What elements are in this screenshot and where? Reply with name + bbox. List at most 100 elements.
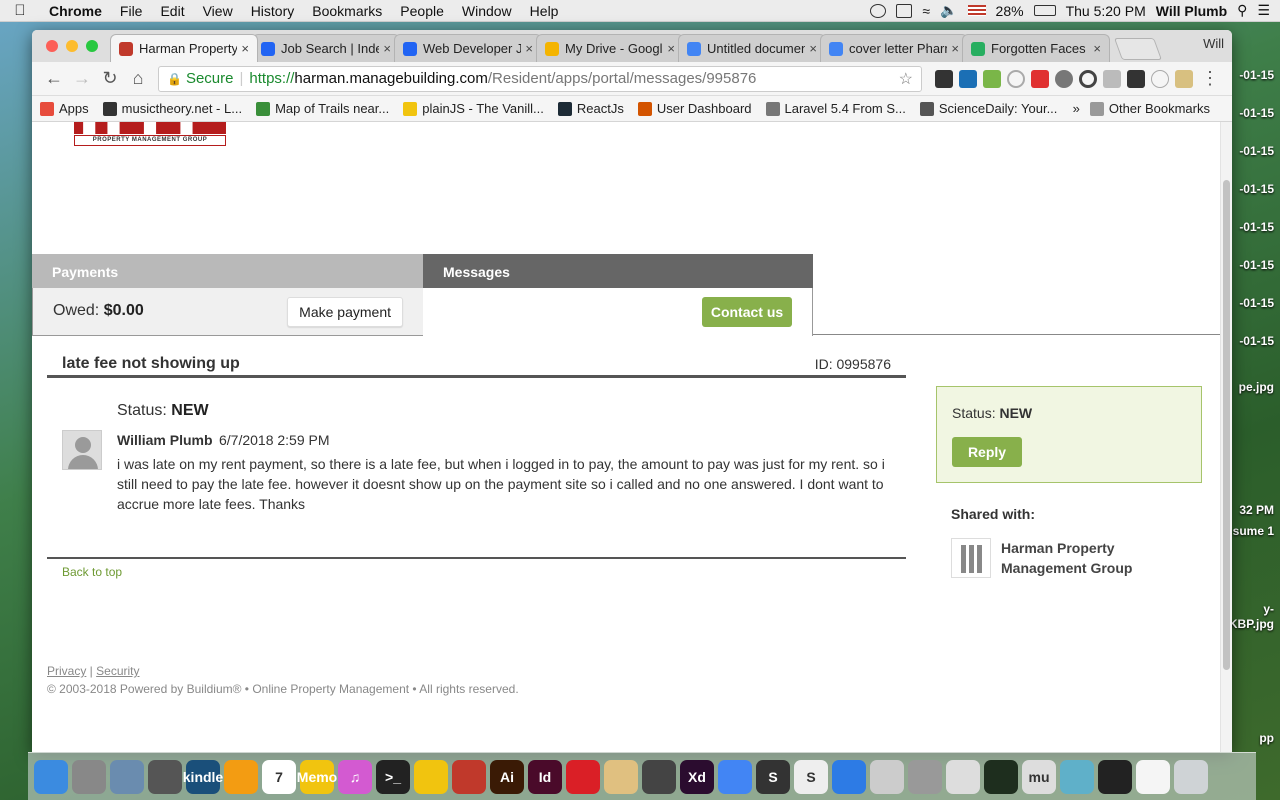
desktop-item-label[interactable]: 32 PM — [1239, 503, 1274, 517]
itunes-icon[interactable]: ♫ — [338, 759, 372, 794]
more-bookmarks-icon[interactable]: » — [1073, 101, 1080, 116]
notification-center-icon[interactable]: ☰ — [1257, 2, 1270, 19]
sublime-icon[interactable]: S — [756, 759, 790, 794]
desktop-item-label[interactable]: -01-15 — [1239, 296, 1274, 310]
extension-grammarly-icon[interactable] — [1079, 69, 1097, 88]
apple-menu-icon[interactable]:  — [0, 2, 40, 19]
desktop-item-label[interactable]: KBP.jpg — [1229, 617, 1274, 631]
browser-tab[interactable]: Forgotten Faces × — [962, 34, 1110, 62]
documents-icon[interactable] — [1136, 759, 1170, 794]
terminal-icon[interactable]: >_ — [376, 759, 410, 794]
desktop-item-label[interactable]: -01-15 — [1239, 220, 1274, 234]
extension-image-icon[interactable] — [1175, 69, 1193, 88]
browser-tab[interactable]: Web Developer Jobs× — [394, 34, 542, 62]
cyberduck-icon[interactable] — [414, 759, 448, 794]
tab-close-icon[interactable]: × — [241, 41, 249, 56]
bookmark-item[interactable]: Laravel 5.4 From S... — [765, 101, 906, 116]
browser-tab[interactable]: My Drive - Google Drive × — [536, 34, 684, 62]
desktop-item-label[interactable]: -01-15 — [1239, 334, 1274, 348]
menu-edit[interactable]: Edit — [151, 3, 193, 19]
extension-off-icon[interactable] — [1127, 69, 1145, 88]
activity-monitor-icon[interactable] — [984, 759, 1018, 794]
bookmark-star-icon[interactable]: ☆ — [899, 69, 913, 89]
sequel-icon[interactable] — [946, 759, 980, 794]
creative-cloud-icon[interactable] — [566, 759, 600, 794]
calculator-icon[interactable] — [72, 759, 106, 794]
browser-tab[interactable]: cover letter Pharmacy × — [820, 34, 968, 62]
calendar-icon[interactable]: 7 — [262, 759, 296, 794]
user-name[interactable]: Will Plumb — [1156, 3, 1227, 19]
battery-percent[interactable]: 28% — [996, 3, 1024, 19]
indesign-icon[interactable]: Id — [528, 759, 562, 794]
memo-icon[interactable]: Memo — [297, 759, 337, 794]
desktop-item-label[interactable]: y- — [1263, 602, 1274, 616]
privacy-link[interactable]: Privacy — [47, 664, 86, 678]
musescore-icon[interactable]: mu — [1022, 759, 1056, 794]
preview-icon[interactable] — [110, 759, 144, 794]
tab-close-icon[interactable]: × — [383, 41, 391, 56]
chrome-icon[interactable] — [718, 759, 752, 794]
other-bookmarks[interactable]: Other Bookmarks — [1089, 101, 1210, 116]
tab-close-icon[interactable]: × — [525, 41, 533, 56]
extension-gear-icon[interactable] — [1055, 69, 1073, 88]
maps-icon[interactable] — [832, 759, 866, 794]
menu-view[interactable]: View — [194, 3, 242, 19]
back-to-top-link[interactable]: Back to top — [62, 565, 122, 579]
address-bar[interactable]: 🔒 Secure | https://harman.managebuilding… — [158, 65, 922, 92]
tab-messages[interactable]: Messages — [423, 254, 813, 288]
extension-pen-icon[interactable] — [935, 69, 953, 88]
extension-timer-icon[interactable] — [1007, 69, 1025, 88]
kindle-icon[interactable]: kindle — [183, 759, 223, 794]
bookmark-item[interactable]: User Dashboard — [637, 101, 752, 116]
contact-us-button[interactable]: Contact us — [702, 297, 792, 327]
back-icon[interactable]: ← — [40, 68, 68, 89]
volume-icon[interactable]: 🔈 — [940, 2, 957, 19]
menu-help[interactable]: Help — [521, 3, 568, 19]
safari-alt-icon[interactable] — [642, 759, 676, 794]
bookmark-item[interactable]: ReactJs — [557, 101, 624, 116]
finder-icon[interactable] — [34, 759, 68, 794]
desktop-item-label[interactable]: pp — [1259, 731, 1274, 745]
zoom-window-button[interactable] — [86, 40, 98, 52]
spotlight-search-icon[interactable]: ⚲ — [1237, 2, 1247, 19]
menu-app-name[interactable]: Chrome — [40, 3, 111, 19]
make-payment-button[interactable]: Make payment — [287, 297, 403, 327]
desktop-item-label[interactable]: -01-15 — [1239, 182, 1274, 196]
anchor-app-icon[interactable] — [1060, 759, 1094, 794]
trash-icon[interactable] — [1174, 759, 1208, 794]
desktop-item-label[interactable]: -01-15 — [1239, 144, 1274, 158]
battery-icon[interactable] — [1033, 5, 1056, 16]
bookmark-item[interactable]: plainJS - The Vanill... — [403, 101, 544, 116]
desktop-item-label[interactable]: -01-15 — [1239, 68, 1274, 82]
illustrator-icon[interactable]: Ai — [490, 759, 524, 794]
sketchup-icon[interactable] — [452, 759, 486, 794]
menu-bookmarks[interactable]: Bookmarks — [303, 3, 391, 19]
wifi-icon[interactable]: ≈ — [922, 3, 930, 19]
browser-tab[interactable]: Job Search | Indeed× — [252, 34, 400, 62]
menu-file[interactable]: File — [111, 3, 152, 19]
desktop-item-label[interactable]: -01-15 — [1239, 258, 1274, 272]
bookmark-item[interactable]: Apps — [40, 101, 89, 116]
tab-close-icon[interactable]: × — [809, 41, 817, 56]
browser-tab[interactable]: Untitled document × — [678, 34, 826, 62]
menu-window[interactable]: Window — [453, 3, 521, 19]
new-tab-button[interactable] — [1113, 38, 1163, 60]
menu-people[interactable]: People — [391, 3, 453, 19]
minimize-window-button[interactable] — [66, 40, 78, 52]
extension-li-icon[interactable] — [959, 69, 977, 88]
extension-new-icon[interactable] — [983, 69, 1001, 88]
adobe-xd-icon[interactable]: Xd — [680, 759, 714, 794]
browser-tab[interactable]: Harman Property × — [110, 34, 258, 62]
screen-share-icon[interactable] — [896, 3, 913, 18]
eye-app-icon[interactable] — [908, 759, 942, 794]
pen-tool-icon[interactable] — [148, 759, 182, 794]
extension-code-icon[interactable] — [1151, 69, 1169, 88]
sync-status-icon[interactable] — [870, 3, 887, 18]
page-scrollbar[interactable] — [1220, 122, 1232, 752]
forward-icon[interactable]: → — [68, 68, 96, 89]
desktop-item-label[interactable]: pe.jpg — [1239, 380, 1274, 394]
clock[interactable]: Thu 5:20 PM — [1066, 3, 1146, 19]
tab-close-icon[interactable]: × — [1093, 41, 1101, 56]
menu-history[interactable]: History — [242, 3, 304, 19]
chrome-menu-icon[interactable]: ⋮ — [1196, 68, 1224, 89]
